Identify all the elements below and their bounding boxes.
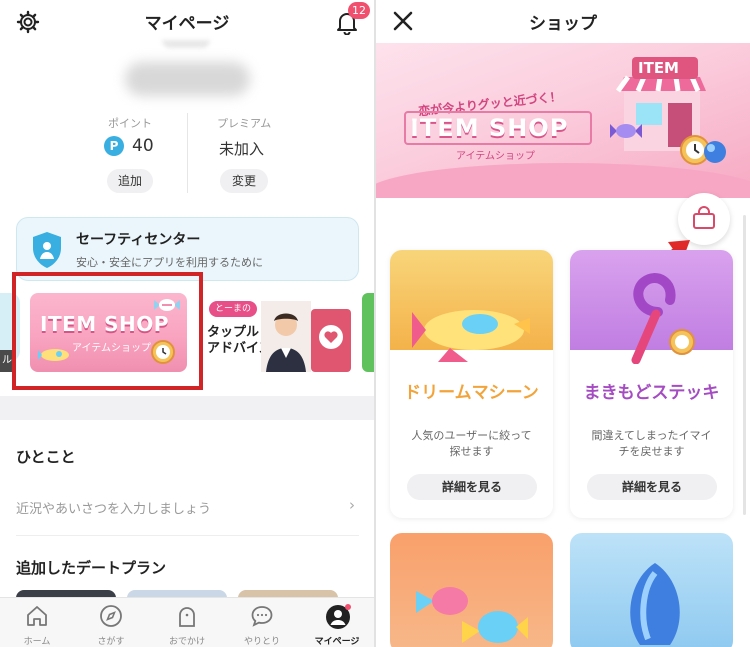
tab-outing[interactable]: おでかけ	[150, 598, 224, 647]
tab-mypage[interactable]: マイページ	[300, 598, 374, 647]
product-name: ドリームマシーン	[404, 383, 539, 403]
tab-messages[interactable]: やりとり	[225, 598, 299, 647]
shop-title: ショップ	[529, 14, 597, 34]
product-card[interactable]: まきもどステッキ 間違えてしまったイマイチを戻せます 詳細を見る	[570, 250, 733, 518]
chevron-right-icon[interactable]: ›	[349, 496, 355, 514]
dream-machine-illustration	[412, 310, 530, 362]
tab-search[interactable]: さがす	[74, 598, 148, 647]
points-label: ポイント	[108, 117, 152, 130]
product-card[interactable]: ドリームマシーン 人気のユーザーに絞って探せます 詳細を見る	[390, 250, 553, 518]
change-premium-button[interactable]: 変更	[220, 169, 268, 193]
shop-header: ショップ	[376, 0, 750, 42]
hero-wave	[376, 163, 750, 198]
tab-label: ホーム	[23, 637, 51, 647]
profile-name-blurred	[125, 62, 250, 96]
safety-center-title: セーフティセンター	[76, 232, 201, 248]
rewind-stick-illustration	[631, 273, 695, 364]
safety-center-subtitle: 安心・安全にアプリを利用するために	[76, 256, 263, 269]
points-value: 40	[132, 136, 154, 156]
hero-subtitle: アイテムショップ	[456, 151, 535, 162]
date-plan-heading: 追加したデートプラン	[16, 559, 167, 577]
premium-status: 未加入	[219, 140, 265, 158]
tab-label: やりとり	[243, 637, 280, 647]
section-divider	[0, 396, 374, 420]
details-button[interactable]: 詳細を見る	[587, 474, 717, 500]
candy-illustration	[416, 587, 528, 643]
hero-title: ITEM SHOP	[410, 114, 569, 142]
product-name: まきもどステッキ	[583, 383, 720, 403]
compass-icon	[100, 605, 122, 627]
shopping-bag-icon	[693, 206, 715, 229]
profile-icon	[326, 604, 351, 629]
candy-icon	[610, 124, 642, 138]
shop-screen: ショップ 恋が今よりグッと近づく！ ITEM SHOP アイテムショップ ITE…	[376, 0, 750, 647]
notification-badge: 12	[348, 2, 370, 19]
avatar[interactable]	[162, 40, 210, 48]
tab-label: さがす	[97, 637, 125, 647]
product-card-partial[interactable]	[390, 533, 553, 647]
tab-label: マイページ	[314, 637, 360, 647]
item-shop-hero-banner: 恋が今よりグッと近づく！ ITEM SHOP アイテムショップ ITEM	[376, 43, 750, 198]
hitokoto-heading: ひとこと	[16, 448, 76, 466]
shield-icon	[33, 232, 61, 268]
advisor-photo	[261, 301, 311, 372]
premium-label: プレミアム	[217, 117, 272, 130]
mypage-screen: マイページ 12 ポイント P 40 追加 プレミアム 未加入 変更 セーフティ…	[0, 0, 374, 647]
crystal-illustration	[630, 563, 680, 645]
hero-store-sign: ITEM	[638, 59, 679, 77]
banner-partial-right[interactable]	[362, 293, 374, 372]
product-card-partial[interactable]	[570, 533, 733, 647]
tapple-advice-tag: とーまの	[209, 301, 258, 317]
tab-label: おでかけ	[168, 637, 205, 647]
details-button[interactable]: 詳細を見る	[407, 474, 537, 500]
tab-home[interactable]: ホーム	[0, 598, 74, 647]
hitokoto-input[interactable]: 近況やあいさつを入力しましょう	[16, 498, 211, 517]
stats-divider	[187, 113, 188, 193]
home-icon	[27, 606, 47, 626]
page-title: マイページ	[144, 14, 230, 34]
product-description: 人気のユーザーに絞って探せます	[411, 429, 532, 458]
tapple-advice-banner[interactable]: とーまの タップル アドバイス	[205, 293, 353, 372]
bottom-tab-bar: ホーム さがす おでかけ やりとり マイページ	[0, 597, 374, 647]
highlight-frame	[12, 272, 203, 390]
chat-icon	[251, 606, 273, 627]
points-icon: P	[104, 136, 124, 156]
divider	[16, 535, 359, 536]
scrollbar[interactable]	[743, 215, 746, 515]
ghost-icon	[179, 607, 195, 627]
product-description: 間違えてしまったイマイチを戻せます	[591, 429, 712, 458]
mypage-header: マイページ 12	[0, 0, 374, 42]
gem-icon	[704, 141, 726, 163]
add-points-button[interactable]: 追加	[107, 169, 153, 193]
book-cover-image	[311, 309, 351, 372]
